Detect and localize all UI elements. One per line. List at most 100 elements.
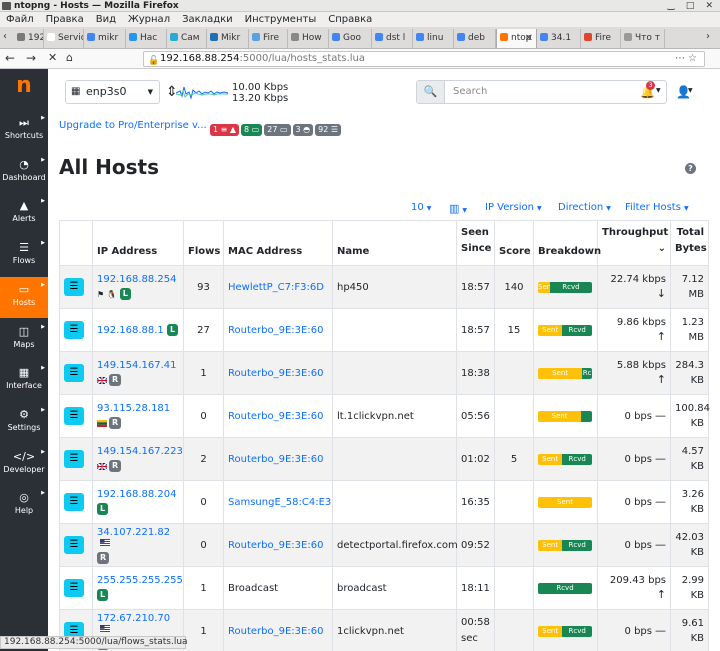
tab-scroll-right-icon[interactable]: › (706, 31, 710, 42)
host-ip-link[interactable]: 149.154.167.41 (97, 360, 177, 371)
browser-tab[interactable]: linu (413, 29, 454, 48)
sidebar-item-interface[interactable]: ▦ Interface ▶ (0, 360, 48, 401)
upgrade-link[interactable]: Upgrade to Pro/Enterprise v... (59, 120, 207, 131)
row-details-button[interactable]: ☰ (64, 364, 84, 382)
sidebar-item-shortcuts[interactable]: ⏭ Shortcuts ▶ (0, 110, 48, 151)
row-details-button[interactable]: ☰ (64, 407, 84, 425)
browser-tab[interactable]: 34.1 (537, 29, 581, 48)
menu-item[interactable]: Вид (90, 12, 122, 27)
columns-dropdown[interactable]: ▥ ▼ (449, 202, 467, 215)
sidebar-item-dashboard[interactable]: ◔ Dashboard ▶ (0, 152, 48, 193)
status-badge[interactable]: 1 ≡ ▲ (210, 124, 240, 136)
sidebar-item-hosts[interactable]: ▭ Hosts ▶ (0, 276, 48, 318)
tab-scroll-left-icon[interactable]: ‹ (3, 31, 7, 42)
search-icon[interactable]: 🔍 (417, 81, 445, 103)
user-menu-icon[interactable]: 👤 ▼ (676, 85, 693, 99)
page-size-dropdown[interactable]: 10 ▼ (411, 202, 431, 213)
host-ip-link[interactable]: 192.168.88.1 (97, 325, 164, 336)
sidebar-item-developer[interactable]: </> Developer ▶ (0, 444, 48, 485)
url-bar[interactable]: 🔓 192.168.88.254:5000/lua/hosts_stats.lu… (143, 51, 705, 67)
col-name[interactable]: Name (332, 220, 457, 266)
mac-address-link[interactable]: Routerbo_9E:3E:60 (228, 368, 323, 379)
row-details-button[interactable]: ☰ (64, 579, 84, 597)
mac-address-link[interactable]: Routerbo_9E:3E:60 (228, 540, 323, 551)
col-mac-address[interactable]: MAC Address (223, 220, 333, 266)
insecure-lock-icon[interactable]: 🔓 (148, 54, 159, 66)
total-bytes-cell: 3.26 KB (670, 480, 709, 524)
sidebar-item-maps[interactable]: ◫ Maps ▶ (0, 319, 48, 360)
browser-tab[interactable]: mikr (84, 29, 126, 48)
filter-hosts-dropdown[interactable]: Filter Hosts ▼ (625, 202, 689, 213)
row-details-button[interactable]: ☰ (64, 493, 84, 511)
mac-address-link[interactable]: Routerbo_9E:3E:60 (228, 454, 323, 465)
status-badge[interactable]: 27 ▭ (264, 124, 291, 136)
browser-tab[interactable]: Fire (249, 29, 288, 48)
col-seen-since[interactable]: Seen Since (456, 220, 495, 266)
browser-tab[interactable]: Fire (581, 29, 621, 48)
status-badge[interactable]: 3 ◓ (292, 124, 314, 136)
direction-dropdown[interactable]: Direction ▼ (558, 202, 611, 213)
sidebar-item-settings[interactable]: ⚙ Settings ▶ (0, 402, 48, 443)
caret-right-icon: ▶ (41, 198, 45, 205)
col-score[interactable]: Score (494, 220, 534, 266)
browser-tab[interactable]: dst l (372, 29, 413, 48)
host-ip-link[interactable]: 255.255.255.255 (97, 575, 183, 586)
host-ip-link[interactable]: 149.154.167.223 (97, 446, 183, 457)
host-ip-link[interactable]: 34.107.221.82 (97, 527, 170, 538)
browser-tab[interactable]: Mikr (207, 29, 249, 48)
sidebar-item-alerts[interactable]: ▲ Alerts ▶ (0, 193, 48, 234)
help-icon[interactable]: ? (685, 163, 696, 174)
home-icon[interactable]: ⌂ (66, 51, 73, 64)
col-ip-address[interactable]: IP Address (92, 220, 184, 266)
menu-item[interactable]: Правка (40, 12, 90, 27)
row-details-button[interactable]: ☰ (64, 278, 84, 296)
rcvd-segment (581, 410, 592, 422)
status-badge[interactable]: 92 ☰ (315, 124, 342, 136)
menu-item[interactable]: Закладки (176, 12, 239, 27)
close-icon[interactable]: ✕ (48, 51, 57, 64)
browser-tab[interactable]: ntop ✕ (496, 29, 537, 48)
mac-address-link[interactable]: HewlettP_C7:F3:6D (228, 282, 324, 293)
url-actions[interactable]: ⋯☆ (675, 52, 700, 66)
col-throughput[interactable]: Throughput ⌄ (597, 220, 671, 266)
tab-close-icon[interactable]: ✕ (525, 29, 533, 48)
search-input[interactable]: Search (453, 81, 487, 103)
forward-icon[interactable]: → (26, 51, 36, 65)
ip-version-dropdown[interactable]: IP Version ▼ (485, 202, 542, 213)
browser-tab[interactable]: Сам (167, 29, 207, 48)
throughput-cell: 9.86 kbps ↑ (597, 308, 671, 352)
host-ip-link[interactable]: 192.168.88.254 (97, 274, 177, 285)
mac-address-link[interactable]: SamsungE_58:C4:E3 (228, 497, 331, 508)
row-details-button[interactable]: ☰ (64, 536, 84, 554)
browser-tab[interactable]: Goo (329, 29, 372, 48)
row-details-button[interactable]: ☰ (64, 450, 84, 468)
host-ip-link[interactable]: 172.67.210.70 (97, 613, 170, 624)
mac-address-link[interactable]: Routerbo_9E:3E:60 (228, 411, 323, 422)
row-details-button[interactable]: ☰ (64, 321, 84, 339)
menu-item[interactable]: Журнал (122, 12, 176, 27)
window-controls[interactable]: ‿ □ ✕ (667, 0, 717, 12)
status-badge[interactable]: 8 ▭ (241, 124, 263, 136)
sidebar-item-flows[interactable]: ☰ Flows ▶ (0, 235, 48, 276)
browser-tab[interactable]: How (288, 29, 329, 48)
browser-tab[interactable]: Нас (126, 29, 167, 48)
col-flows[interactable]: Flows (183, 220, 224, 266)
mac-address-link[interactable]: Routerbo_9E:3E:60 (228, 325, 323, 336)
browser-tab[interactable]: deb (454, 29, 496, 48)
browser-tab[interactable]: Service (44, 29, 84, 48)
mac-address-link[interactable]: Routerbo_9E:3E:60 (228, 626, 323, 637)
host-ip-link[interactable]: 192.168.88.204 (97, 489, 177, 500)
menu-item[interactable]: Файл (0, 12, 40, 27)
browser-tab[interactable]: Что т (621, 29, 665, 48)
host-ip-link[interactable]: 93.115.28.181 (97, 403, 170, 414)
col-total-bytes[interactable]: Total Bytes (670, 220, 709, 266)
ntopng-logo[interactable]: n (13, 75, 35, 97)
interface-select[interactable]: ▦ enp3s0 ▼ (65, 80, 160, 104)
alerts-bell-icon[interactable]: 🔔 3 ▼ (640, 81, 661, 99)
browser-tab[interactable]: 192 (14, 29, 44, 48)
menu-item[interactable]: Инструменты (239, 12, 323, 27)
search-box[interactable]: 🔍 Search (416, 80, 667, 104)
menu-item[interactable]: Справка (322, 12, 378, 27)
sidebar-item-help[interactable]: ◎ Help ▶ (0, 485, 48, 526)
back-icon[interactable]: ← (5, 51, 15, 65)
